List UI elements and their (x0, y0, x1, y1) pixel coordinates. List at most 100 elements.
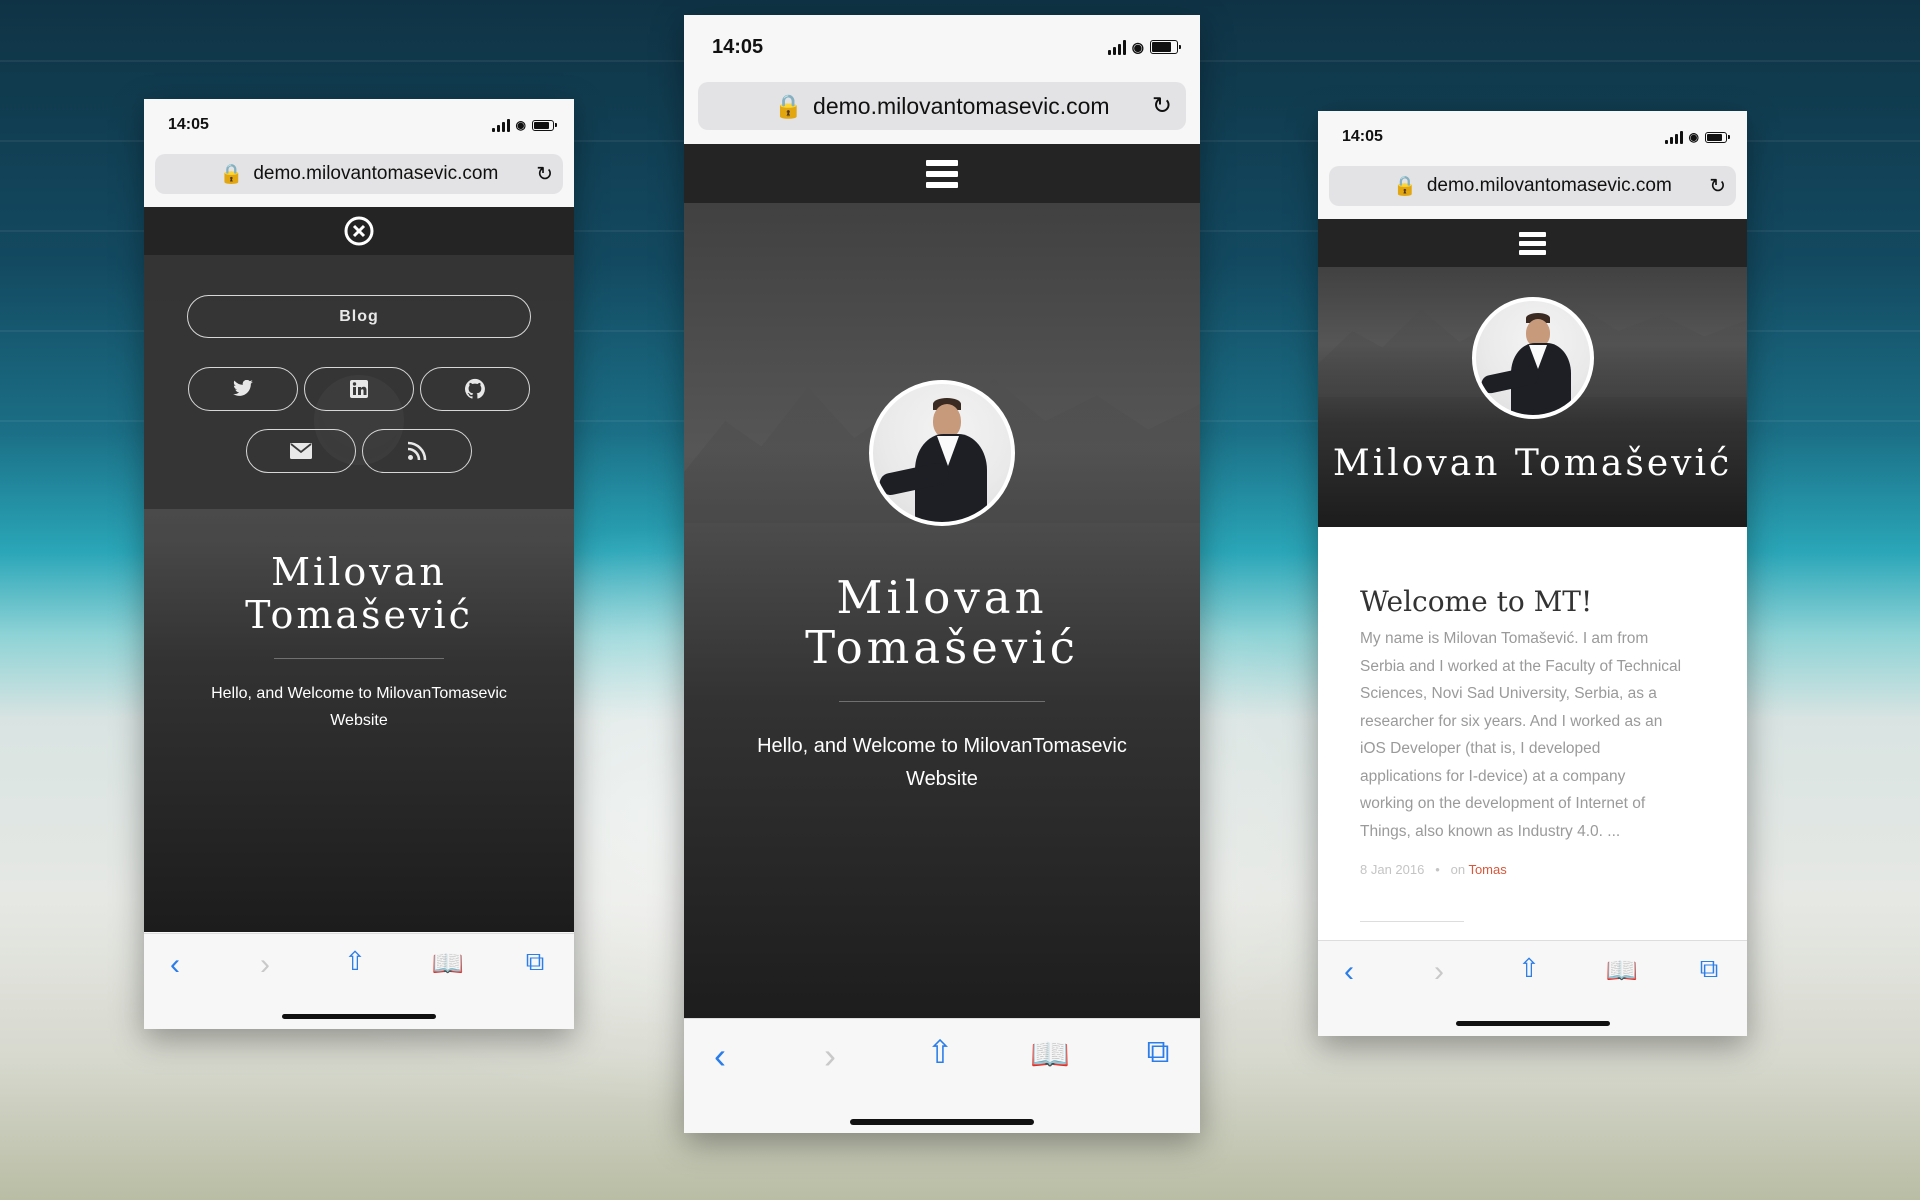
share-icon[interactable]: ⇧ (922, 1033, 958, 1071)
battery-icon (1150, 40, 1181, 54)
mail-icon (290, 443, 312, 459)
tagline-line1: Hello, and Welcome to MilovanTomasevic (757, 735, 1127, 757)
post-line: working on the development of Internet o… (1360, 795, 1646, 812)
site-name-line2: Tomašević (805, 621, 1079, 674)
home-indicator (850, 1119, 1034, 1125)
tabs-icon[interactable]: ⧉ (1140, 1033, 1176, 1071)
site-name-line1: Milovan (271, 550, 447, 594)
safari-toolbar: ‹ › ⇧ 📖 ⧉ (1318, 940, 1747, 1036)
post-line: researcher for six years. And I worked a… (1360, 712, 1663, 730)
lock-icon: 🔒 (219, 164, 244, 185)
post-excerpt: My name is Milovan Tomašević. I am from … (1360, 625, 1720, 845)
address-bar[interactable]: 🔒 demo.milovantomasevic.com ↻ (1329, 166, 1736, 206)
bookmarks-icon[interactable]: 📖 (1604, 955, 1640, 986)
address-bar[interactable]: 🔒 demo.milovantomasevic.com ↻ (155, 154, 563, 194)
signal-icon (1664, 130, 1683, 144)
post-separator (1360, 921, 1464, 922)
post-line: My name is Milovan Tomašević. I am from (1360, 630, 1649, 647)
home-indicator (1456, 1021, 1610, 1026)
site-name-full: Milovan Tomašević (1332, 443, 1733, 484)
post-line: iOS Developer (that is, I developed (1360, 740, 1601, 757)
hero-section: Milovan Tomašević (1318, 267, 1747, 527)
post-line: Serbia and I worked at the Faculty of Te… (1360, 657, 1682, 675)
wifi-icon: ◉ (1688, 130, 1699, 144)
linkedin-icon (350, 380, 368, 398)
linkedin-button[interactable] (304, 367, 414, 411)
post-line: applications for I-device) at a company (1360, 767, 1626, 785)
wifi-icon: ◉ (1131, 38, 1144, 55)
hero-section: Milovan Tomašević Hello, and Welcome to … (684, 203, 1200, 1033)
blog-button[interactable]: Blog (187, 295, 531, 338)
lock-icon: 🔒 (774, 92, 804, 119)
home-indicator (282, 1014, 436, 1019)
forward-icon[interactable]: › (812, 1035, 848, 1077)
url-text: demo.milovantomasevic.com (1426, 175, 1672, 196)
status-time: 14:05 (712, 35, 764, 58)
battery-icon (1705, 131, 1730, 143)
mail-button[interactable] (246, 429, 356, 473)
github-icon (464, 378, 485, 399)
status-bar: 14:05 ◉ (1318, 111, 1747, 163)
safari-toolbar: ‹ › ⇧ 📖 ⧉ (144, 933, 574, 1029)
post-content: Welcome to MT! My name is Milovan Tomaše… (1318, 527, 1747, 952)
bookmarks-icon[interactable]: 📖 (430, 948, 466, 979)
post-line: Things, also known as Industry 4.0. ... (1360, 822, 1621, 840)
hero-divider (839, 701, 1045, 702)
reload-icon[interactable]: ↻ (536, 162, 553, 187)
avatar (1472, 297, 1594, 419)
share-icon[interactable]: ⇧ (340, 946, 370, 977)
status-time: 14:05 (1342, 128, 1383, 145)
reload-icon[interactable]: ↻ (1709, 174, 1726, 199)
twitter-icon (233, 380, 253, 396)
lock-icon: 🔒 (1393, 176, 1417, 197)
share-icon[interactable]: ⇧ (1514, 953, 1544, 984)
nav-menu: Blog (144, 255, 574, 509)
signal-icon (1107, 39, 1126, 55)
url-text: demo.milovantomasevic.com (813, 92, 1110, 119)
back-icon[interactable]: ‹ (702, 1035, 738, 1077)
post-author-link[interactable]: Tomas (1468, 862, 1506, 877)
battery-icon (532, 119, 557, 131)
bookmarks-icon[interactable]: 📖 (1029, 1035, 1071, 1073)
rss-button[interactable] (362, 429, 472, 473)
github-button[interactable] (420, 367, 530, 411)
forward-icon[interactable]: › (1424, 955, 1454, 989)
avatar (869, 380, 1015, 526)
tagline-line2: Website (906, 768, 978, 790)
reload-icon[interactable]: ↻ (1152, 92, 1172, 121)
close-menu-icon[interactable] (343, 215, 375, 247)
site-navbar (1318, 219, 1747, 267)
tabs-icon[interactable]: ⧉ (520, 946, 550, 978)
meta-on: on (1450, 862, 1466, 877)
back-icon[interactable]: ‹ (160, 948, 190, 982)
site-name-line2: Tomašević (245, 593, 473, 637)
status-bar: 14:05 ◉ (684, 15, 1200, 79)
post-meta: 8 Jan 2016 • on Tomas (1360, 862, 1507, 877)
safari-toolbar: ‹ › ⇧ 📖 ⧉ (684, 1018, 1200, 1133)
address-bar[interactable]: 🔒 demo.milovantomasevic.com ↻ (698, 82, 1186, 130)
post-date: 8 Jan 2016 (1360, 862, 1425, 877)
post-title[interactable]: Welcome to MT! (1360, 585, 1592, 618)
rss-icon (407, 441, 427, 461)
site-name-line1: Milovan (836, 571, 1048, 624)
tabs-icon[interactable]: ⧉ (1694, 953, 1724, 985)
phone-hero: 14:05 ◉ 🔒 demo.milovantomasevic.com ↻ Mi… (684, 15, 1200, 1133)
back-icon[interactable]: ‹ (1334, 955, 1364, 989)
site-navbar (684, 144, 1200, 203)
tagline-line1: Hello, and Welcome to MilovanTomasevic (211, 685, 507, 702)
blog-label: Blog (339, 307, 379, 325)
site-navbar (144, 207, 574, 255)
forward-icon[interactable]: › (250, 948, 280, 982)
status-bar: 14:05 ◉ (144, 99, 574, 151)
phone-menu-open: 14:05 ◉ 🔒 demo.milovantomasevic.com ↻ Mi… (144, 99, 574, 1029)
phone-post: 14:05 ◉ 🔒 demo.milovantomasevic.com ↻ Mi… (1318, 111, 1747, 1036)
meta-bullet: • (1435, 862, 1440, 877)
post-line: Sciences, Novi Sad University, Serbia, a… (1360, 685, 1657, 702)
hamburger-icon[interactable] (926, 159, 958, 188)
url-text: demo.milovantomasevic.com (253, 163, 499, 184)
wifi-icon: ◉ (515, 118, 526, 132)
hero-divider (274, 658, 444, 659)
hamburger-icon[interactable] (1519, 231, 1546, 255)
status-time: 14:05 (168, 116, 209, 133)
twitter-button[interactable] (188, 367, 298, 411)
